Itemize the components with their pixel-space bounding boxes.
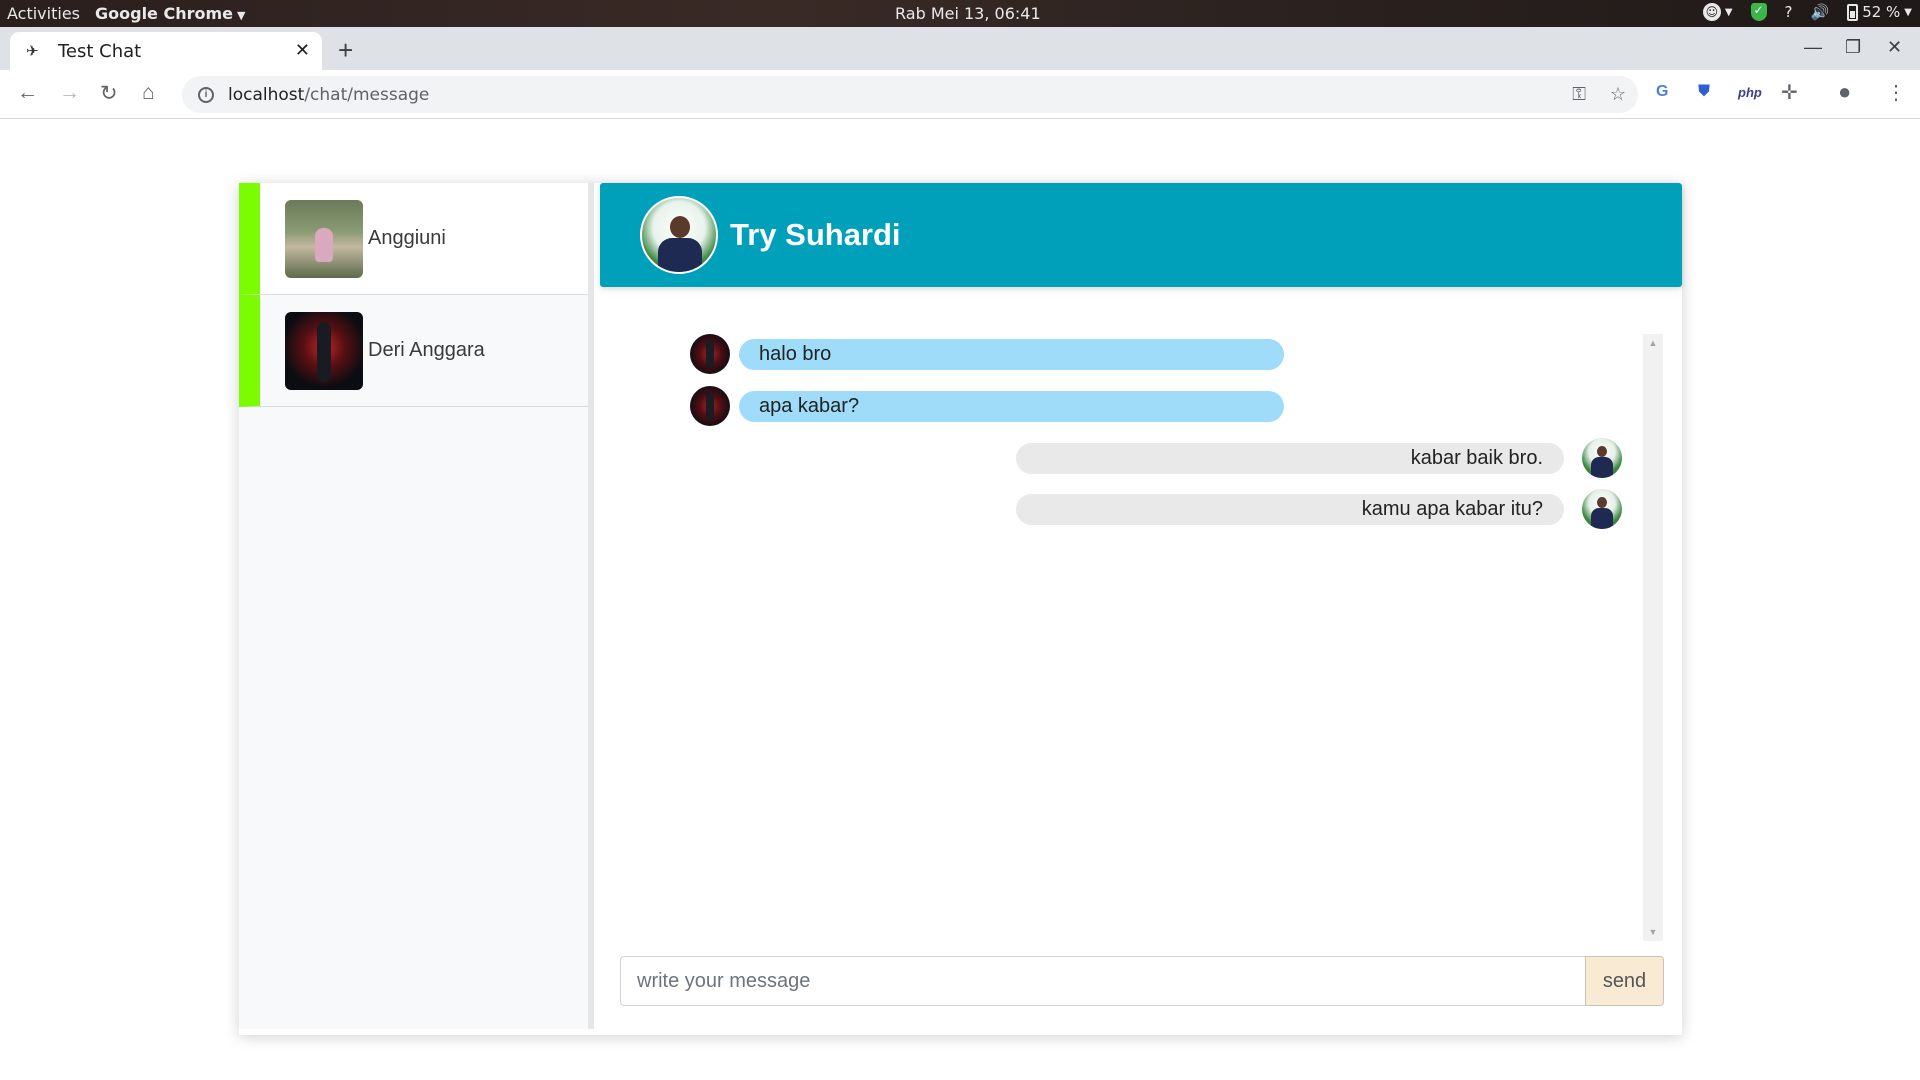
contact-sidebar: Anggiuni Deri Anggara <box>239 183 594 1029</box>
chat-app: Anggiuni Deri Anggara Try Suhardi halo b… <box>239 183 1682 1035</box>
home-icon[interactable]: ⌂ <box>142 81 155 105</box>
minimize-icon[interactable]: — <box>1804 37 1822 58</box>
help-icon[interactable]: ? <box>1785 3 1793 21</box>
chat-partner-name: Try Suhardi <box>730 217 901 252</box>
message-bubble: kamu apa kabar itu? <box>1016 493 1564 525</box>
message-outgoing: kabar baik bro. <box>1016 438 1622 478</box>
tab-title: Test Chat <box>58 40 142 62</box>
site-info-icon[interactable]: i <box>198 86 214 103</box>
battery-status[interactable]: 52 % ▼ <box>1847 3 1912 21</box>
app-menu-label: Google Chrome <box>95 4 234 23</box>
own-avatar <box>1582 489 1622 529</box>
message-composer: send <box>620 956 1664 1006</box>
reload-icon[interactable]: ↻ <box>100 81 118 106</box>
volume-icon[interactable]: 🔊 <box>1811 3 1830 21</box>
message-outgoing: kamu apa kabar itu? <box>1016 489 1622 529</box>
sender-avatar <box>690 334 730 374</box>
paper-plane-icon: ✈ <box>26 43 39 60</box>
key-icon[interactable]: ⚿ <box>1572 84 1586 105</box>
url-text[interactable]: localhost/chat/message <box>228 85 429 105</box>
battery-percent: 52 % <box>1862 3 1901 21</box>
browser-tab[interactable]: ✈ Test Chat ✕ <box>10 32 322 70</box>
chat-panel: Try Suhardi halo bro apa kabar? kabar ba… <box>600 183 1682 1029</box>
message-bubble: kabar baik bro. <box>1016 442 1564 474</box>
profile-avatar-icon[interactable]: ● <box>1838 79 1851 105</box>
message-scrollbar[interactable]: ▲ ▼ <box>1643 334 1663 941</box>
accessibility-menu[interactable]: ☺ ▼ <box>1702 3 1733 21</box>
close-tab-icon[interactable]: ✕ <box>295 40 310 61</box>
message-list[interactable]: halo bro apa kabar? kabar baik bro. kamu… <box>600 334 1682 941</box>
scroll-up-icon[interactable]: ▲ <box>1643 338 1663 348</box>
url-path: /chat/message <box>304 84 430 105</box>
chat-partner-avatar <box>640 196 718 274</box>
message-incoming: apa kabar? <box>690 386 1284 426</box>
sender-avatar <box>690 386 730 426</box>
accessibility-icon: ☺ <box>1702 3 1721 21</box>
system-tray[interactable]: ☺▼ ? 🔊 52 % ▼ <box>1702 3 1912 21</box>
bookmark-star-icon[interactable]: ☆ <box>1610 84 1626 105</box>
clock[interactable]: Rab Mei 13, 06:41 <box>895 4 1041 23</box>
message-bubble: apa kabar? <box>739 390 1284 422</box>
chevron-down-icon: ▼ <box>1724 6 1733 18</box>
url-host: localhost <box>228 84 305 105</box>
message-input[interactable] <box>620 956 1585 1006</box>
send-button[interactable]: send <box>1585 956 1664 1006</box>
browser-tab-strip: ✈ Test Chat ✕ + — ❐ ✕ <box>0 27 1920 70</box>
chevron-down-icon: ▼ <box>237 9 246 22</box>
contact-name: Anggiuni <box>368 227 446 249</box>
scroll-down-icon[interactable]: ▼ <box>1643 927 1663 937</box>
app-menu[interactable]: Google Chrome ▼ <box>95 4 245 23</box>
activities-button[interactable]: Activities <box>7 4 80 23</box>
contact-avatar <box>285 311 363 390</box>
security-shield-icon[interactable] <box>1750 3 1767 21</box>
message-bubble: halo bro <box>739 338 1284 370</box>
close-window-icon[interactable]: ✕ <box>1887 37 1902 58</box>
contact-item-anggiuni[interactable]: Anggiuni <box>239 183 588 295</box>
forward-arrow-icon[interactable]: → <box>59 81 80 105</box>
own-avatar <box>1582 438 1622 478</box>
move-extension-icon[interactable]: ✛ <box>1781 80 1798 105</box>
os-top-bar: Activities Google Chrome ▼ Rab Mei 13, 06… <box>0 0 1920 27</box>
contact-avatar <box>285 199 363 278</box>
chat-header: Try Suhardi <box>600 183 1682 287</box>
chevron-down-icon: ▼ <box>1904 6 1912 18</box>
more-menu-icon[interactable]: ⋮ <box>1886 80 1906 105</box>
back-arrow-icon[interactable]: ← <box>17 81 38 105</box>
restore-icon[interactable]: ❐ <box>1845 37 1861 58</box>
contact-name: Deri Anggara <box>368 339 485 361</box>
php-extension-icon[interactable]: php <box>1738 85 1762 100</box>
browser-toolbar: ← → ↻ ⌂ i localhost/chat/message ⚿ ☆ G ⛊… <box>0 70 1920 119</box>
address-bar[interactable]: i localhost/chat/message ⚿ ☆ <box>182 76 1638 113</box>
shield-extension-icon[interactable]: ⛊ <box>1698 83 1710 101</box>
message-incoming: halo bro <box>690 334 1284 374</box>
contact-item-deri-anggara[interactable]: Deri Anggara <box>239 295 588 407</box>
battery-icon <box>1847 3 1859 21</box>
new-tab-button[interactable]: + <box>338 35 353 66</box>
translate-extension-icon[interactable]: G <box>1656 83 1668 101</box>
